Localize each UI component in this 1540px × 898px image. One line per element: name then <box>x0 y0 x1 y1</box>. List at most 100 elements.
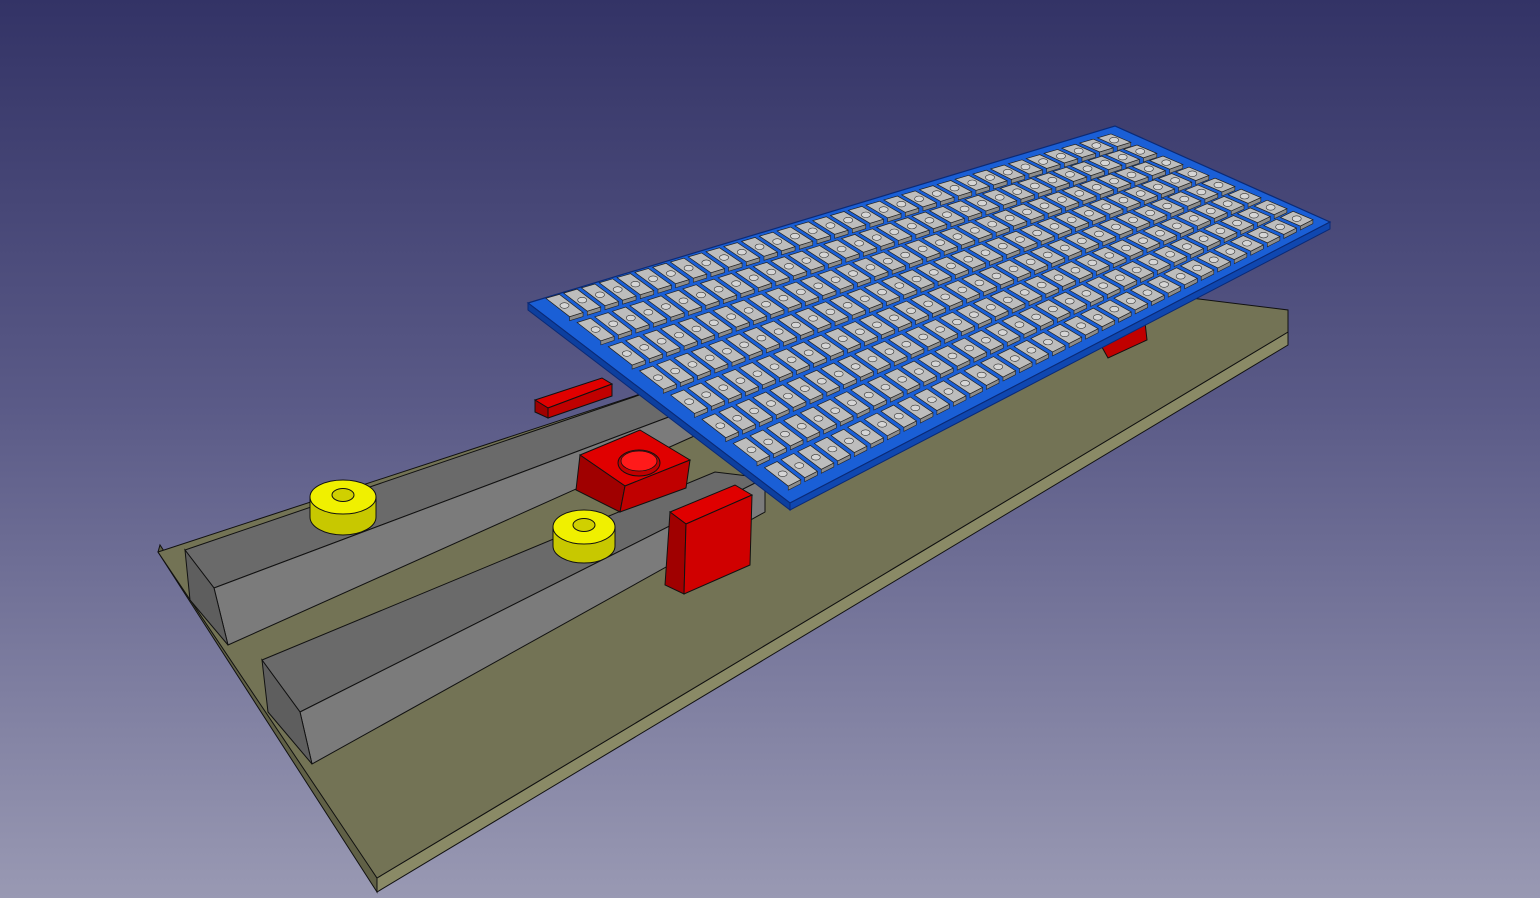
led-lens <box>935 239 945 246</box>
led-lens <box>880 384 891 391</box>
led-lens <box>670 367 681 375</box>
3d-viewport[interactable] <box>0 0 1540 898</box>
led-lens <box>701 391 712 398</box>
led-lens <box>1020 163 1031 170</box>
led-lens <box>860 295 870 302</box>
led-lens <box>661 303 671 310</box>
led-lens <box>683 265 694 272</box>
led-lens <box>1026 347 1037 354</box>
led-lens <box>1109 177 1119 185</box>
washer-hole <box>572 518 596 532</box>
washer-back[interactable] <box>309 479 377 536</box>
led-lens <box>1022 208 1032 215</box>
led-lens <box>780 430 790 438</box>
led-lens <box>1142 289 1153 296</box>
washer-front[interactable] <box>552 509 616 564</box>
led-lens <box>735 377 746 384</box>
led-lens <box>1242 240 1252 247</box>
led-lens <box>927 396 937 403</box>
led-lens <box>855 328 865 335</box>
led-lens <box>952 318 962 326</box>
led-lens <box>1042 251 1053 258</box>
led-lens <box>1082 165 1093 172</box>
led-lens <box>843 217 853 224</box>
led-lens <box>1104 252 1115 259</box>
led-lens <box>813 415 824 422</box>
led-lens <box>1126 171 1137 179</box>
led-lens <box>957 286 968 293</box>
led-lens <box>653 374 663 381</box>
led-lens <box>1153 183 1163 191</box>
led-lens <box>756 335 767 342</box>
led-lens <box>1057 196 1067 203</box>
led-lens <box>907 222 917 230</box>
led-lens <box>897 376 908 383</box>
led-lens <box>1121 244 1131 252</box>
led-lens <box>719 254 729 261</box>
led-lens <box>850 363 861 370</box>
led-lens <box>918 333 929 340</box>
led-lens <box>987 221 998 228</box>
led-lens <box>867 355 878 363</box>
led-lens <box>608 320 619 327</box>
led-lens <box>952 233 963 240</box>
led-lens <box>1091 184 1102 191</box>
led-lens <box>1111 223 1121 231</box>
led-lens <box>884 348 895 355</box>
led-lens <box>1031 313 1041 320</box>
led-lens <box>1128 216 1138 224</box>
led-lens <box>1065 171 1075 178</box>
led-lens <box>930 360 941 367</box>
led-lens <box>986 304 996 311</box>
led-lens <box>976 371 987 379</box>
led-lens <box>732 415 743 422</box>
led-lens <box>1087 259 1098 266</box>
led-lens <box>1291 215 1302 222</box>
led-lens <box>803 349 814 356</box>
led-lens <box>1189 215 1199 222</box>
led-lens <box>1025 258 1036 265</box>
led-lens <box>1060 244 1070 251</box>
led-lens <box>863 391 874 399</box>
led-lens <box>932 190 942 197</box>
led-lens <box>1076 322 1086 329</box>
led-lens <box>1008 265 1019 272</box>
led-lens <box>827 445 838 453</box>
led-lens <box>877 289 887 296</box>
led-lens <box>769 363 780 370</box>
led-lens <box>838 335 848 342</box>
led-lens <box>1249 212 1259 219</box>
led-lens <box>590 326 601 333</box>
led-lens <box>964 344 974 352</box>
led-lens <box>807 227 818 234</box>
led-lens <box>746 446 757 453</box>
led-lens <box>718 384 729 391</box>
led-lens <box>794 462 805 469</box>
led-lens <box>1215 227 1226 234</box>
led-lens <box>1155 230 1165 237</box>
led-lens <box>883 258 893 265</box>
led-lens <box>1208 256 1219 263</box>
led-lens <box>819 251 829 258</box>
led-lens <box>1098 282 1108 289</box>
led-lens <box>901 341 912 348</box>
led-lens <box>559 302 570 309</box>
led-lens <box>796 423 807 430</box>
led-lens <box>844 437 854 444</box>
led-lens <box>704 354 715 361</box>
led-lens <box>1205 207 1216 215</box>
model-scene[interactable] <box>0 0 1540 898</box>
led-lens <box>1100 159 1110 166</box>
led-lens <box>1092 314 1103 321</box>
led-lens <box>763 438 774 446</box>
led-lens <box>1182 243 1192 250</box>
led-lens <box>889 228 900 235</box>
led-lens <box>1010 355 1020 362</box>
led-lens <box>625 314 636 322</box>
led-lens <box>784 263 794 270</box>
led-lens <box>777 470 788 477</box>
led-lens <box>1159 281 1169 288</box>
led-lens <box>1187 170 1198 177</box>
led-lens <box>696 291 706 299</box>
led-lens <box>1138 237 1148 244</box>
